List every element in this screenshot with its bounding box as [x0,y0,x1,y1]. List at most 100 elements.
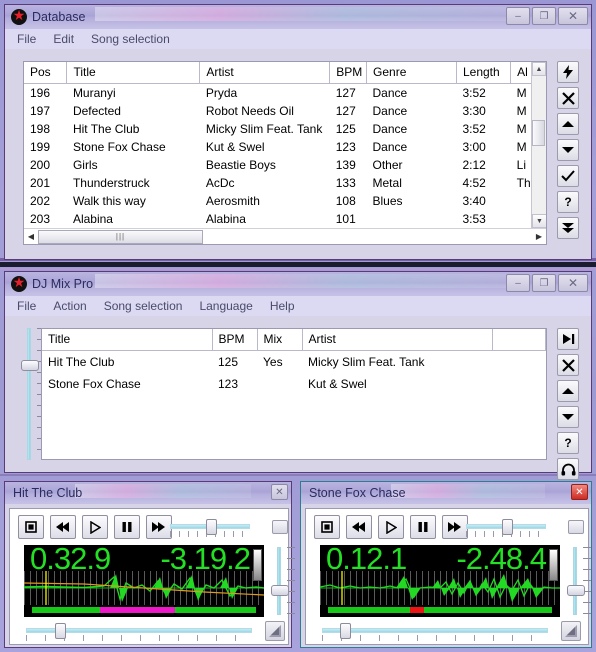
close-x-icon[interactable] [557,87,579,109]
horizontal-scroll-thumb[interactable]: ||| [38,229,203,244]
col-title[interactable]: Title [66,62,201,84]
player-right-window-controls[interactable]: ✕ [571,484,588,500]
volume-thumb[interactable] [271,585,289,596]
waveform-scroll-indicator[interactable] [253,549,262,581]
player-left-expand-button[interactable] [265,621,285,641]
scroll-up-arrow[interactable]: ▲ [532,62,546,76]
pause-button[interactable] [114,515,140,539]
djmixpro-window-controls[interactable]: – ❐ ✕ [506,274,588,292]
col-length[interactable]: Length [456,62,512,84]
menu-item-file[interactable]: File [17,299,36,313]
database-titlebar[interactable]: Database – ❐ ✕ [5,5,591,29]
database-window[interactable]: Database – ❐ ✕ File Edit Song selection … [4,4,592,260]
skip-to-end-icon[interactable] [557,328,579,350]
h-scroll-track[interactable]: ||| [38,229,532,244]
rewind-button[interactable] [50,515,76,539]
player-right-waveform[interactable]: 0.12.1 -2.48.4 [320,545,560,617]
maximize-button[interactable]: ❐ [532,274,556,292]
col-genre[interactable]: Genre [366,62,457,84]
help-icon[interactable]: ? [557,191,579,213]
table-row[interactable]: 202 Walk this way Aerosmith 108 Blues 3:… [24,192,546,210]
scroll-left-arrow[interactable]: ◀ [24,232,38,241]
help-icon[interactable]: ? [557,432,579,454]
waveform-scroll-indicator[interactable] [549,549,558,581]
col-mix[interactable]: Mix [257,329,303,351]
player-right-expand-button[interactable] [561,621,581,641]
djmixpro-titlebar[interactable]: DJ Mix Pro – ❐ ✕ [5,272,591,296]
player-left-pitch-reset-button[interactable] [272,520,288,534]
menu-item-song-selection[interactable]: Song selection [104,299,183,313]
minimize-button[interactable]: – [506,7,530,25]
maximize-button[interactable]: ❐ [532,7,556,25]
stop-button[interactable] [314,515,340,539]
position-thumb[interactable] [340,623,351,639]
lightning-icon[interactable] [557,61,579,83]
list-item[interactable]: Stone Fox Chase 123 Kut & Swel [42,373,546,395]
database-table[interactable]: Pos Title Artist BPM Genre Length Al 196… [23,61,547,245]
col-artist[interactable]: Artist [199,62,331,84]
player-right-progress-bar[interactable] [328,607,552,613]
close-button[interactable]: ✕ [558,7,588,25]
player-right-position-slider[interactable] [322,623,548,641]
player-left-waveform[interactable]: 0.32.9 -3.19.2 [24,545,264,617]
fast-forward-button[interactable] [442,515,468,539]
database-toolbar[interactable]: ? [557,61,579,239]
close-x-icon[interactable] [557,354,579,376]
col-bpm[interactable]: BPM [212,329,258,351]
player-left-window[interactable]: Hit The Club ✕ 0.32.9 -3.19.2 [4,481,295,648]
double-down-icon[interactable] [557,217,579,239]
player-left-window-controls[interactable]: ✕ [271,484,288,500]
close-button[interactable]: ✕ [271,484,288,500]
database-window-controls[interactable]: – ❐ ✕ [506,7,588,25]
col-artist[interactable]: Artist [302,329,493,351]
move-up-icon[interactable] [557,380,579,402]
play-button[interactable] [82,515,108,539]
play-button[interactable] [378,515,404,539]
djmixpro-window[interactable]: DJ Mix Pro – ❐ ✕ File Action Song select… [4,271,592,480]
check-icon[interactable] [557,165,579,187]
table-row[interactable]: 200 Girls Beastie Boys 139 Other 2:12 Li [24,156,546,174]
fast-forward-button[interactable] [146,515,172,539]
database-vertical-scrollbar[interactable]: ▲ ▼ [531,62,546,228]
pitch-thumb[interactable] [502,519,513,535]
vertical-scroll-thumb[interactable] [532,120,545,146]
col-extra[interactable] [492,329,546,351]
table-row[interactable]: 199 Stone Fox Chase Kut & Swel 123 Dance… [24,138,546,156]
close-button[interactable]: ✕ [571,484,588,500]
col-bpm[interactable]: BPM [329,62,368,84]
headphones-icon[interactable] [557,458,579,480]
col-pos[interactable]: Pos [24,62,68,84]
table-row[interactable]: 203 Alabina Alabina 101 3:53 [24,210,546,228]
player-right-pitch-slider[interactable] [466,519,546,537]
player-left-position-slider[interactable] [26,623,252,641]
crossfader-thumb[interactable] [21,360,39,371]
menu-item-file[interactable]: File [17,32,36,46]
table-row[interactable]: 197 Defected Robot Needs Oil 127 Dance 3… [24,102,546,120]
player-left-transport[interactable] [18,515,172,539]
djmixpro-playlist[interactable]: Title BPM Mix Artist Hit The Club 125 Ye… [41,328,547,460]
scroll-right-arrow[interactable]: ▶ [532,232,546,241]
player-right-pitch-reset-button[interactable] [568,520,584,534]
player-left-volume-slider[interactable] [268,547,295,615]
move-down-icon[interactable] [557,139,579,161]
djmixpro-toolbar[interactable]: ? [557,328,579,480]
stop-button[interactable] [18,515,44,539]
table-row[interactable]: 198 Hit The Club Micky Slim Feat. Tank 1… [24,120,546,138]
col-title[interactable]: Title [42,329,213,351]
move-down-icon[interactable] [557,406,579,428]
table-row[interactable]: 196 Muranyi Pryda 127 Dance 3:52 M [24,84,546,103]
pitch-thumb[interactable] [206,519,217,535]
volume-thumb[interactable] [567,585,585,596]
player-left-titlebar[interactable]: Hit The Club ✕ [5,482,291,504]
menu-item-edit[interactable]: Edit [53,32,74,46]
database-menubar[interactable]: File Edit Song selection [5,29,591,49]
table-row[interactable]: 201 Thunderstruck AcDc 133 Metal 4:52 Th [24,174,546,192]
player-right-volume-slider[interactable] [564,547,591,615]
menu-item-help[interactable]: Help [270,299,295,313]
move-up-icon[interactable] [557,113,579,135]
menu-item-song-selection[interactable]: Song selection [91,32,170,46]
player-right-transport[interactable] [314,515,468,539]
database-horizontal-scrollbar[interactable]: ◀ ||| ▶ [24,228,546,244]
menu-item-language[interactable]: Language [199,299,252,313]
djmixpro-menubar[interactable]: File Action Song selection Language Help [5,296,591,316]
